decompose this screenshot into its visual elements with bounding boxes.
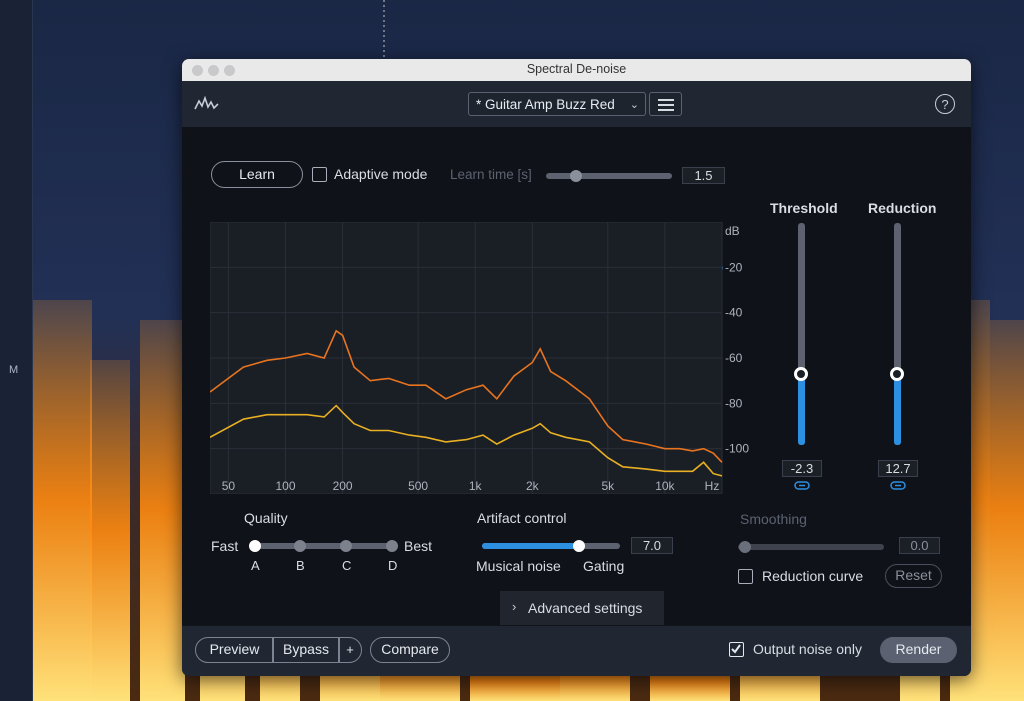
preview-button[interactable]: Preview bbox=[195, 637, 274, 663]
adaptive-mode-label: Adaptive mode bbox=[334, 166, 428, 182]
x-tick-label: 5k bbox=[601, 479, 615, 493]
compare-button[interactable]: Compare bbox=[370, 637, 450, 663]
reduction-curve-checkbox[interactable] bbox=[738, 569, 753, 584]
spectrogram-band bbox=[90, 360, 130, 701]
quality-option-c[interactable] bbox=[340, 540, 352, 552]
help-button[interactable]: ? bbox=[935, 94, 955, 114]
threshold-value[interactable]: -2.3 bbox=[782, 460, 822, 477]
learn-time-slider-handle[interactable] bbox=[570, 170, 582, 182]
checkmark-icon bbox=[731, 644, 741, 654]
output-noise-only-checkbox[interactable] bbox=[729, 642, 744, 657]
reduction-value[interactable]: 12.7 bbox=[878, 460, 918, 477]
reduction-link-icon[interactable] bbox=[890, 481, 906, 490]
bypass-button[interactable]: Bypass bbox=[272, 637, 340, 663]
reduction-curve-label: Reduction curve bbox=[762, 568, 864, 584]
x-tick-label: Hz bbox=[705, 479, 720, 493]
output-noise-only-label: Output noise only bbox=[753, 641, 862, 657]
artifact-control-fill bbox=[482, 543, 579, 549]
quality-label: Quality bbox=[244, 510, 288, 526]
y-tick-label: -20 bbox=[725, 260, 743, 274]
artifact-control-handle[interactable] bbox=[572, 540, 585, 552]
spectral-denoise-window: Spectral De-noise * Guitar Amp Buzz Red … bbox=[182, 59, 971, 676]
slider-handle[interactable] bbox=[890, 366, 904, 381]
reduction-slider[interactable] bbox=[888, 223, 906, 445]
footer-bar: Preview Bypass + Compare Output noise on… bbox=[182, 625, 971, 676]
learn-time-value[interactable]: 1.5 bbox=[682, 167, 725, 184]
x-tick-label: 200 bbox=[333, 479, 353, 493]
quality-option-label: C bbox=[342, 558, 352, 573]
learn-time-slider[interactable] bbox=[546, 173, 672, 179]
quality-best-label: Best bbox=[404, 538, 433, 554]
spectrogram-band bbox=[140, 320, 185, 701]
smoothing-label: Smoothing bbox=[740, 511, 807, 527]
x-tick-label: 50 bbox=[222, 479, 236, 493]
quality-option-a[interactable] bbox=[249, 540, 261, 552]
x-tick-label: 1k bbox=[469, 479, 483, 493]
smoothing-slider[interactable] bbox=[738, 544, 884, 550]
preset-menu-button[interactable] bbox=[649, 92, 682, 116]
quality-slider[interactable] bbox=[250, 543, 390, 549]
advanced-settings-label: Advanced settings bbox=[528, 600, 643, 616]
smoothing-handle[interactable] bbox=[739, 541, 751, 553]
main-panel: Learn Adaptive mode Learn time [s] 1.5 I… bbox=[182, 127, 971, 625]
y-tick-label: -100 bbox=[725, 442, 749, 456]
preset-dropdown[interactable]: * Guitar Amp Buzz Red ⌄ bbox=[468, 92, 646, 116]
y-tick-label: -60 bbox=[725, 351, 743, 365]
x-tick-label: 500 bbox=[408, 479, 428, 493]
quality-option-label: A bbox=[251, 558, 260, 573]
quality-option-label: D bbox=[388, 558, 398, 573]
threshold-label: Threshold bbox=[770, 200, 838, 216]
quality-option-b[interactable] bbox=[294, 540, 306, 552]
render-button[interactable]: Render bbox=[880, 637, 957, 663]
advanced-settings-toggle[interactable]: › Advanced settings bbox=[500, 591, 664, 625]
channel-ruler: M bbox=[0, 0, 33, 701]
y-tick-label: dB bbox=[725, 224, 740, 238]
spectrogram-band bbox=[32, 300, 92, 701]
chevron-right-icon: › bbox=[512, 599, 517, 614]
slider-handle[interactable] bbox=[794, 366, 808, 381]
artifact-control-label: Artifact control bbox=[477, 510, 567, 526]
title-bar[interactable]: Spectral De-noise bbox=[182, 59, 971, 82]
threshold-slider[interactable] bbox=[792, 223, 810, 445]
x-tick-label: 2k bbox=[526, 479, 540, 493]
channel-label: M bbox=[9, 364, 19, 376]
quality-option-label: B bbox=[296, 558, 305, 573]
learn-button[interactable]: Learn bbox=[211, 161, 303, 188]
x-tick-label: 100 bbox=[275, 479, 295, 493]
slider-fill bbox=[798, 373, 805, 445]
threshold-link-icon[interactable] bbox=[794, 481, 810, 490]
spectrogram-band bbox=[990, 320, 1024, 701]
gating-label: Gating bbox=[583, 558, 625, 574]
musical-noise-label: Musical noise bbox=[476, 558, 561, 574]
learn-time-label: Learn time [s] bbox=[450, 167, 532, 182]
reset-button[interactable]: Reset bbox=[885, 564, 942, 588]
reduction-label: Reduction bbox=[868, 200, 937, 216]
quality-option-d[interactable] bbox=[386, 540, 398, 552]
smoothing-value[interactable]: 0.0 bbox=[899, 537, 940, 554]
plugin-header: * Guitar Amp Buzz Red ⌄ ? bbox=[182, 81, 971, 128]
y-tick-label: -40 bbox=[725, 306, 743, 320]
x-tick-label: 10k bbox=[655, 479, 675, 493]
adaptive-mode-checkbox[interactable] bbox=[312, 167, 327, 182]
preset-label: * Guitar Amp Buzz Red bbox=[476, 97, 615, 112]
slider-fill bbox=[894, 373, 901, 445]
y-tick-label: -80 bbox=[725, 396, 743, 410]
window-title: Spectral De-noise bbox=[526, 62, 627, 76]
chevron-down-icon: ⌄ bbox=[629, 99, 639, 111]
izotope-logo-icon bbox=[194, 95, 219, 110]
quality-fast-label: Fast bbox=[211, 538, 239, 554]
add-bypass-button[interactable]: + bbox=[338, 637, 362, 663]
artifact-control-value[interactable]: 7.0 bbox=[631, 537, 673, 554]
spectrum-graph[interactable]: 50 100 200 500 1k 2k 5k 10k Hz dB -20 -40 -60 -80 -10… bbox=[210, 222, 750, 494]
